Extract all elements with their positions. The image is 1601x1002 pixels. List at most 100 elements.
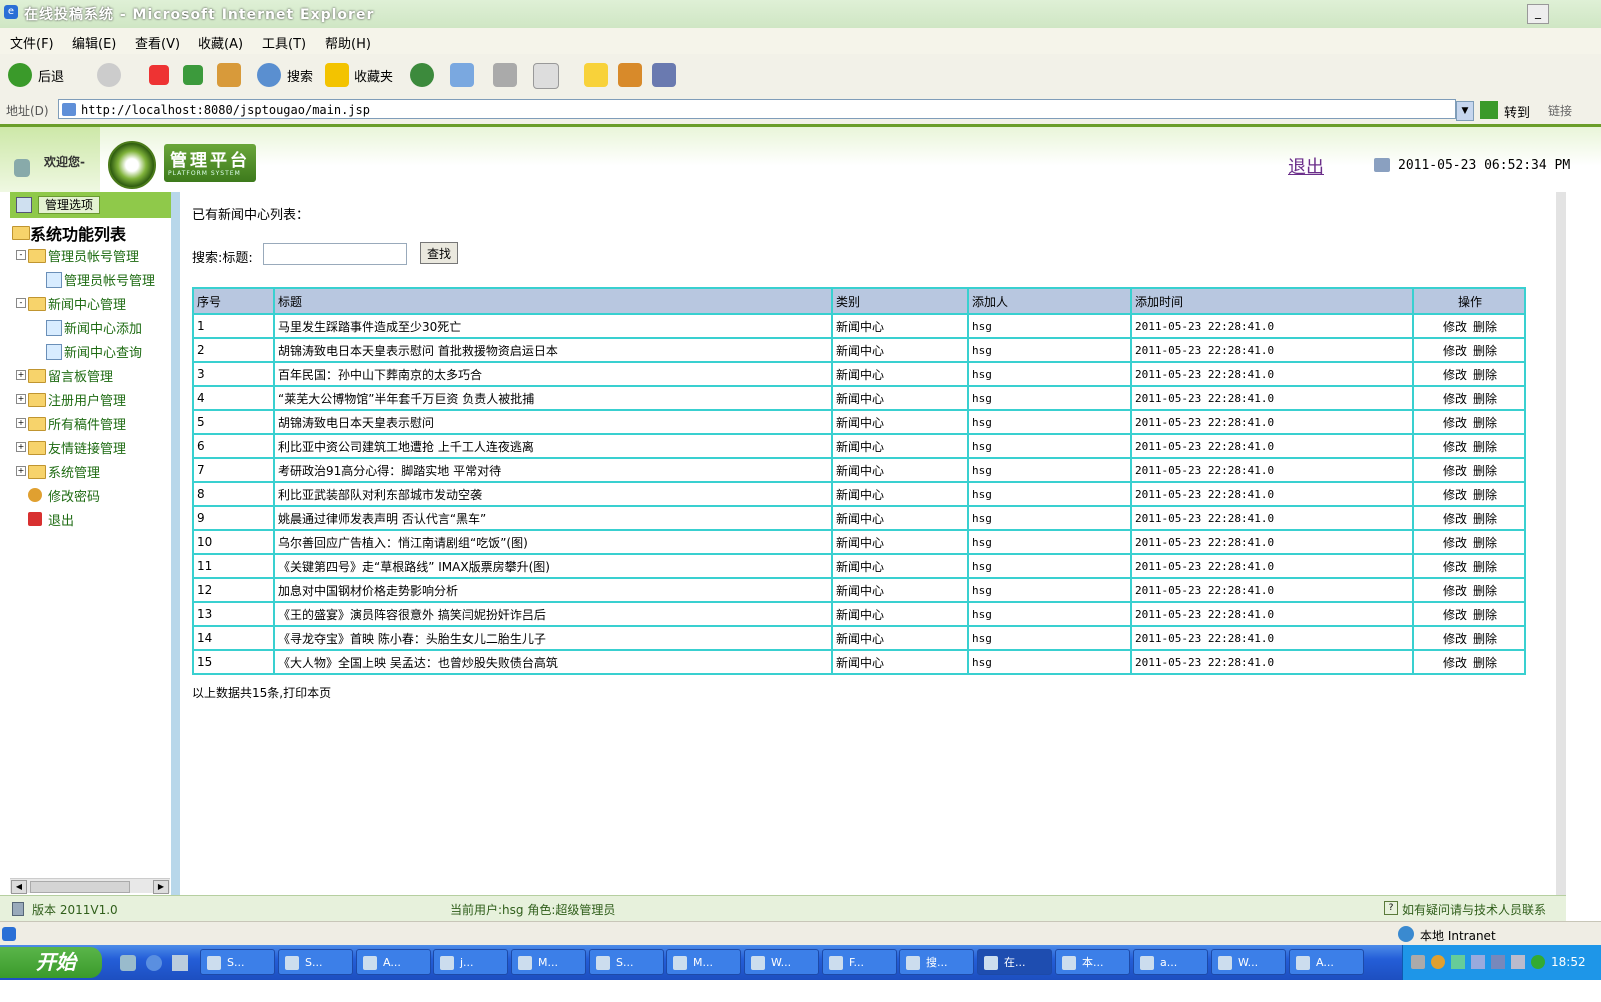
favorites-label[interactable]: 收藏夹 [354,66,393,85]
frame-divider[interactable] [171,192,180,895]
tray-network-icon[interactable] [1471,955,1485,969]
delete-link[interactable]: 删除 [1473,344,1497,358]
taskbar-task[interactable]: W... [744,949,819,975]
search-input[interactable] [263,243,407,265]
collapse-icon[interactable]: - [16,298,26,308]
sidebar-item-friend-links[interactable]: 友情链接管理 [48,438,126,457]
edit-link[interactable]: 修改 [1443,584,1467,598]
sidebar-item-guestbook[interactable]: 留言板管理 [48,366,113,385]
tray-app-icon[interactable] [1451,955,1465,969]
logout-link[interactable]: 退出 [1288,153,1324,179]
delete-link[interactable]: 删除 [1473,464,1497,478]
taskbar-task[interactable]: S... [589,949,664,975]
edit-link[interactable]: 修改 [1443,632,1467,646]
menu-help[interactable]: 帮助(H) [325,33,371,52]
tray-clock[interactable]: 18:52 [1551,955,1586,969]
taskbar-task[interactable]: M... [666,949,741,975]
address-dropdown-icon[interactable]: ▼ [1456,101,1474,121]
edit-link[interactable]: 修改 [1443,560,1467,574]
menu-edit[interactable]: 编辑(E) [72,33,116,52]
edit-link[interactable]: 修改 [1443,440,1467,454]
edit-link[interactable]: 修改 [1443,392,1467,406]
quicklaunch-desktop-icon[interactable] [120,955,136,971]
tray-security-icon[interactable] [1511,955,1525,969]
tray-keyboard-icon[interactable] [1411,955,1425,969]
scroll-left-icon[interactable]: ◀ [11,880,27,894]
expand-icon[interactable]: + [16,370,26,380]
main-scrollbar[interactable] [1556,192,1566,895]
back-label[interactable]: 后退 [38,66,64,85]
edit-link[interactable]: 修改 [1443,344,1467,358]
address-input[interactable]: http://localhost:8080/jsptougao/main.jsp [58,99,1456,119]
taskbar-task[interactable]: 本... [1055,949,1130,975]
taskbar-task[interactable]: M... [511,949,586,975]
sidebar-item-admin-accounts[interactable]: 管理员帐号管理 [48,246,139,265]
messenger-icon[interactable] [652,63,676,87]
scroll-right-icon[interactable]: ▶ [153,880,169,894]
history-icon[interactable] [410,63,434,87]
sidebar-item-news-center[interactable]: 新闻中心管理 [48,294,126,313]
menu-tools[interactable]: 工具(T) [262,33,306,52]
forward-icon[interactable] [97,63,121,87]
search-button[interactable]: 查找 [420,242,458,264]
delete-link[interactable]: 删除 [1473,632,1497,646]
sidebar-item-admin-accounts-sub[interactable]: 管理员帐号管理 [64,270,155,289]
go-label[interactable]: 转到 [1504,102,1530,121]
note-icon[interactable] [584,63,608,87]
menu-favorites[interactable]: 收藏(A) [198,33,243,52]
expand-icon[interactable]: + [16,466,26,476]
manage-options-button[interactable]: 管理选项 [38,196,100,214]
edit-link[interactable]: 修改 [1443,464,1467,478]
minimize-button[interactable]: _ [1527,4,1549,24]
delete-link[interactable]: 删除 [1473,368,1497,382]
taskbar-task[interactable]: S... [200,949,275,975]
menu-view[interactable]: 查看(V) [135,33,180,52]
print-icon[interactable] [493,63,517,87]
taskbar-task[interactable]: W... [1211,949,1286,975]
tray-shield-icon[interactable] [1531,955,1545,969]
sidebar-item-change-password[interactable]: 修改密码 [48,486,100,505]
edit-link[interactable]: 修改 [1443,368,1467,382]
search-label[interactable]: 搜索 [287,66,313,85]
expand-icon[interactable]: + [16,394,26,404]
edit-link[interactable]: 修改 [1443,320,1467,334]
start-button[interactable]: 开始 [0,947,102,978]
sidebar-item-system[interactable]: 系统管理 [48,462,100,481]
mail-icon[interactable] [450,63,474,87]
delete-link[interactable]: 删除 [1473,512,1497,526]
edit-link[interactable]: 修改 [1443,656,1467,670]
delete-link[interactable]: 删除 [1473,392,1497,406]
expand-icon[interactable]: + [16,442,26,452]
taskbar-task[interactable]: A... [356,949,431,975]
refresh-icon[interactable] [183,65,203,85]
quicklaunch-ie-icon[interactable] [146,955,162,971]
delete-link[interactable]: 删除 [1473,320,1497,334]
menu-file[interactable]: 文件(F) [10,33,54,52]
home-icon[interactable] [217,63,241,87]
quicklaunch-media-icon[interactable] [172,955,188,971]
taskbar-task[interactable]: F... [822,949,897,975]
back-icon[interactable] [8,63,32,87]
taskbar-task[interactable]: a... [1133,949,1208,975]
sidebar-item-news-add[interactable]: 新闻中心添加 [64,318,142,337]
collapse-icon[interactable]: - [16,250,26,260]
taskbar-task[interactable]: 在... [977,949,1052,975]
delete-link[interactable]: 删除 [1473,416,1497,430]
delete-link[interactable]: 删除 [1473,488,1497,502]
tray-volume-icon[interactable] [1491,955,1505,969]
taskbar-task[interactable]: j... [433,949,508,975]
taskbar-task[interactable]: 搜... [899,949,974,975]
sidebar-scrollbar[interactable]: ◀ ▶ [10,878,170,894]
edit-icon[interactable] [533,63,559,89]
edit-link[interactable]: 修改 [1443,608,1467,622]
delete-link[interactable]: 删除 [1473,440,1497,454]
favorites-icon[interactable] [325,63,349,87]
edit-link[interactable]: 修改 [1443,416,1467,430]
edit-link[interactable]: 修改 [1443,488,1467,502]
edit-link[interactable]: 修改 [1443,536,1467,550]
expand-icon[interactable]: + [16,418,26,428]
delete-link[interactable]: 删除 [1473,608,1497,622]
sidebar-item-news-query[interactable]: 新闻中心查询 [64,342,142,361]
taskbar-task[interactable]: S... [278,949,353,975]
delete-link[interactable]: 删除 [1473,560,1497,574]
